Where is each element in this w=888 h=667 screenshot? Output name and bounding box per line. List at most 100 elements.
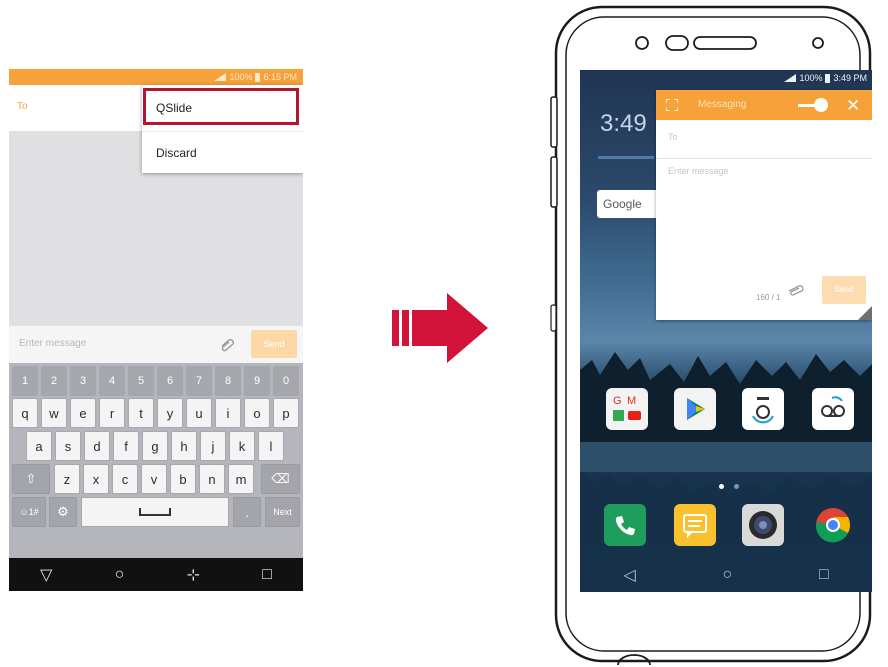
home-icon[interactable]: ○ bbox=[722, 566, 732, 584]
qslide-highlight-box bbox=[143, 88, 299, 125]
number-key[interactable]: 5 bbox=[128, 366, 154, 396]
signal-icon bbox=[784, 74, 797, 82]
compose-bar: Enter message Send bbox=[9, 325, 303, 364]
qslide-header[interactable]: Messaging ✕ bbox=[656, 90, 872, 120]
attach-icon[interactable] bbox=[219, 337, 235, 353]
page-indicator bbox=[716, 476, 742, 494]
letter-key[interactable]: d bbox=[84, 431, 110, 461]
number-key[interactable]: 1 bbox=[12, 366, 38, 396]
letter-key[interactable]: v bbox=[141, 464, 167, 494]
camera-app[interactable] bbox=[742, 504, 784, 546]
letter-key[interactable]: w bbox=[41, 398, 67, 428]
period-key[interactable]: . bbox=[233, 497, 261, 527]
recipient-field[interactable]: To bbox=[656, 120, 872, 159]
recents-icon[interactable]: □ bbox=[819, 566, 829, 584]
letter-key[interactable]: c bbox=[112, 464, 138, 494]
letter-key[interactable]: f bbox=[113, 431, 139, 461]
phone-app[interactable] bbox=[604, 504, 646, 546]
number-key[interactable]: 6 bbox=[157, 366, 183, 396]
battery-percent: 100% bbox=[229, 72, 253, 82]
backspace-icon: ⌫ bbox=[271, 471, 290, 486]
message-input[interactable]: Enter message bbox=[668, 166, 729, 176]
number-key[interactable]: 0 bbox=[273, 366, 299, 396]
battery-percent: 100% bbox=[799, 73, 823, 83]
clock-widget[interactable]: 3:49 bbox=[600, 110, 647, 138]
settings-key[interactable]: ⚙ bbox=[49, 497, 77, 527]
xfinity-app[interactable] bbox=[742, 388, 784, 430]
letter-key[interactable]: y bbox=[157, 398, 183, 428]
home-icon[interactable]: ○ bbox=[115, 566, 125, 584]
status-bar: 100% 6:15 PM bbox=[9, 69, 303, 85]
letter-key[interactable]: u bbox=[186, 398, 212, 428]
letter-key[interactable]: o bbox=[244, 398, 270, 428]
number-key[interactable]: 9 bbox=[244, 366, 270, 396]
back-icon[interactable]: ◁ bbox=[623, 565, 635, 585]
attach-icon[interactable] bbox=[786, 283, 806, 297]
gear-icon: ⚙ bbox=[57, 504, 69, 519]
send-button[interactable]: Send bbox=[822, 276, 866, 304]
letter-key[interactable]: t bbox=[128, 398, 154, 428]
number-key[interactable]: 2 bbox=[41, 366, 67, 396]
backspace-key[interactable]: ⌫ bbox=[261, 464, 300, 494]
menu-item-discard[interactable]: Discard bbox=[142, 131, 303, 174]
letter-key[interactable]: g bbox=[142, 431, 168, 461]
transparency-slider-knob[interactable] bbox=[814, 98, 828, 112]
navigation-bar: ◁ ○ □ bbox=[580, 558, 872, 592]
keyboard: 1234567890 qwertyuiop asdfghjkl ⇧ z x c v b n m… bbox=[9, 363, 303, 558]
xfinity-icon bbox=[752, 397, 774, 424]
number-key[interactable]: 7 bbox=[186, 366, 212, 396]
chrome-icon bbox=[815, 508, 850, 543]
qslide-window: Messaging ✕ To Enter message 160 / 1 Sen… bbox=[656, 90, 872, 320]
resize-handle-icon[interactable] bbox=[858, 306, 872, 320]
recents-icon[interactable]: □ bbox=[262, 566, 272, 584]
letter-key[interactable]: l bbox=[258, 431, 284, 461]
message-input[interactable]: Enter message bbox=[19, 338, 86, 349]
recipient-label: To bbox=[668, 132, 678, 142]
letter-key[interactable]: z bbox=[54, 464, 80, 494]
messaging-app[interactable] bbox=[674, 504, 716, 546]
camera-icon bbox=[749, 511, 777, 539]
letter-key[interactable]: i bbox=[215, 398, 241, 428]
letter-key[interactable]: e bbox=[70, 398, 96, 428]
symbols-key[interactable]: ☺1# bbox=[12, 497, 46, 527]
send-button[interactable]: Send bbox=[251, 330, 297, 358]
number-key[interactable]: 4 bbox=[99, 366, 125, 396]
letter-key[interactable]: j bbox=[200, 431, 226, 461]
letter-key[interactable]: h bbox=[171, 431, 197, 461]
letter-key[interactable]: b bbox=[170, 464, 196, 494]
letter-key[interactable]: n bbox=[199, 464, 225, 494]
voicemail-app[interactable] bbox=[812, 388, 854, 430]
letter-key[interactable]: r bbox=[99, 398, 125, 428]
letter-key[interactable]: q bbox=[12, 398, 38, 428]
shift-key[interactable]: ⇧ bbox=[12, 464, 50, 494]
voicemail-icon bbox=[821, 396, 845, 417]
shift-icon: ⇧ bbox=[25, 471, 37, 486]
letter-key[interactable]: p bbox=[273, 398, 299, 428]
left-phone-screen: 100% 6:15 PM To QSlide Discard Enter mes… bbox=[9, 69, 303, 591]
letter-key[interactable]: k bbox=[229, 431, 255, 461]
letter-key[interactable]: x bbox=[83, 464, 109, 494]
next-key[interactable]: Next bbox=[265, 497, 300, 527]
space-key[interactable] bbox=[81, 497, 229, 527]
message-bubble-icon bbox=[683, 514, 707, 538]
arrow-icon bbox=[392, 293, 488, 363]
recipient-label: To bbox=[17, 101, 28, 112]
close-icon[interactable]: ✕ bbox=[846, 96, 860, 116]
chrome-app[interactable] bbox=[812, 504, 854, 546]
letter-key[interactable]: s bbox=[55, 431, 81, 461]
number-key[interactable]: 8 bbox=[215, 366, 241, 396]
letter-key[interactable]: m bbox=[228, 464, 254, 494]
expand-icon[interactable] bbox=[666, 99, 678, 111]
qslide-title: Messaging bbox=[698, 99, 747, 110]
play-store-app[interactable] bbox=[674, 388, 716, 430]
navigation-bar: ▽ ○ ⊹ □ bbox=[9, 558, 303, 591]
page-dot bbox=[734, 484, 740, 489]
phone-icon bbox=[615, 516, 635, 536]
menu-item-label: Discard bbox=[156, 146, 197, 160]
google-apps-folder[interactable]: G M bbox=[606, 388, 648, 430]
letter-key[interactable]: a bbox=[26, 431, 52, 461]
dual-window-icon[interactable]: ⊹ bbox=[187, 565, 200, 585]
battery-icon bbox=[825, 73, 831, 83]
back-icon[interactable]: ▽ bbox=[40, 565, 52, 585]
number-key[interactable]: 3 bbox=[70, 366, 96, 396]
